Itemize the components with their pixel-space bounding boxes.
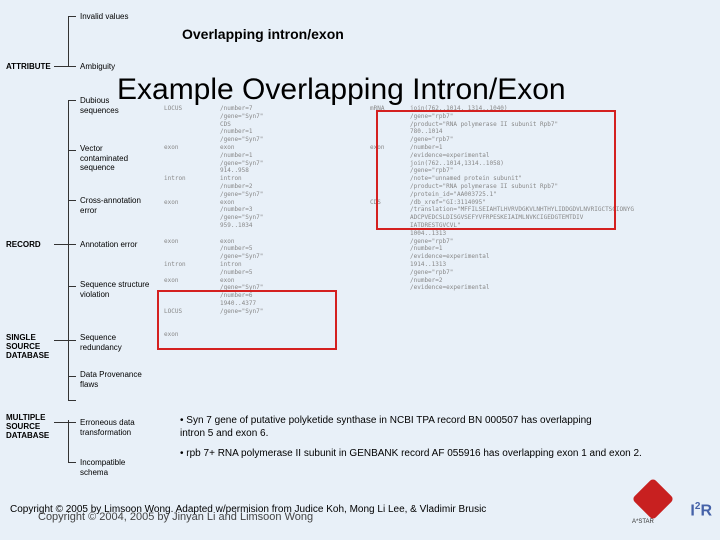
label-record: RECORD: [6, 240, 41, 249]
bracket-line: [68, 100, 76, 101]
bullet-text: • rpb 7+ RNA polymerase II subunit in GE…: [180, 447, 690, 460]
side-item: Annotation error: [80, 240, 150, 250]
bracket-line: [68, 244, 76, 245]
bracket-line: [54, 66, 68, 67]
bracket-line: [68, 150, 76, 151]
bracket-line: [68, 16, 76, 17]
i2r-logo: I2R: [690, 501, 712, 520]
bracket-line: [54, 340, 76, 341]
side-item: Ambiguity: [80, 62, 150, 72]
bracket-line: [68, 400, 76, 401]
bracket-line: [68, 66, 76, 67]
label-single: SINGLE SOURCE DATABASE: [6, 333, 56, 360]
highlight-box: [376, 110, 616, 230]
bracket-line: [68, 420, 69, 462]
slide-title: Example Overlapping Intron/Exon: [117, 73, 566, 107]
side-item: Cross-annotation error: [80, 196, 150, 215]
copyright-text-2: Copyright © 2004, 2005 by Jinyan Li and …: [38, 511, 313, 523]
bullet-text: • Syn 7 gene of putative polyketide synt…: [180, 414, 600, 440]
label-attribute: ATTRIBUTE: [6, 62, 51, 71]
highlight-box: [157, 290, 337, 350]
bracket-line: [54, 244, 68, 245]
bracket-line: [54, 422, 68, 423]
bracket-line: [68, 422, 76, 423]
side-item: Incompatible schema: [80, 458, 150, 477]
section-header: Overlapping intron/exon: [182, 26, 344, 42]
side-item: Vector contaminated sequence: [80, 144, 150, 173]
side-item: Invalid values: [80, 12, 150, 22]
label-multiple: MULTIPLE SOURCE DATABASE: [6, 413, 56, 440]
side-item: Data Provenance flaws: [80, 370, 150, 389]
bracket-line: [68, 376, 76, 377]
bracket-line: [68, 16, 69, 66]
side-item: Sequence redundancy: [80, 333, 150, 352]
bracket-line: [68, 286, 76, 287]
bracket-line: [68, 462, 76, 463]
logo-area: A*STAR I2R: [627, 482, 712, 522]
bracket-line: [68, 200, 76, 201]
side-item: Erroneous data transformation: [80, 418, 150, 437]
side-item: Sequence structure violation: [80, 280, 150, 299]
bracket-line: [68, 100, 69, 400]
astar-logo: A*STAR: [632, 482, 676, 522]
